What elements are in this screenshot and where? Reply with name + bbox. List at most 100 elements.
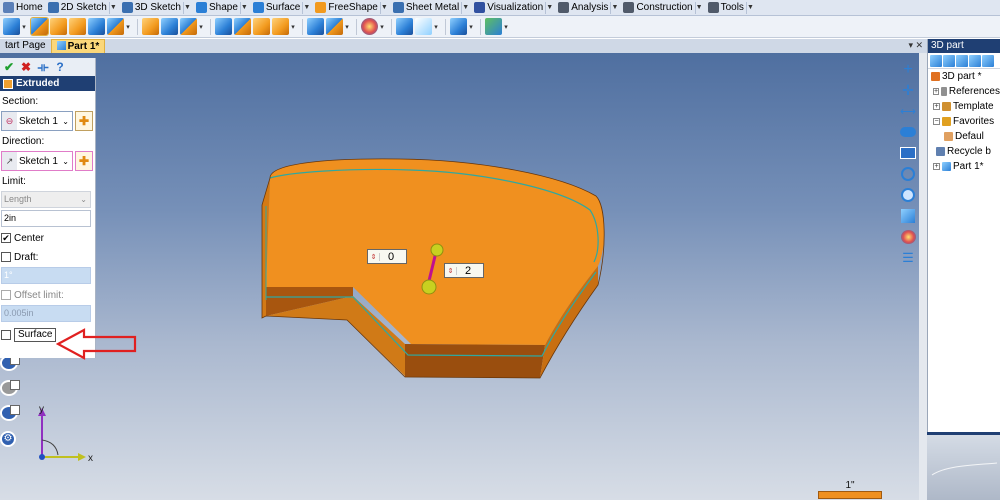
offset-limit-checkbox[interactable]: Offset limit: [0,287,95,303]
chevron-down-icon[interactable]: ▾ [503,23,509,31]
orbit-icon[interactable] [898,124,918,140]
view-cube-icon[interactable] [898,208,918,224]
move-axis-icon[interactable]: ✛ [898,82,918,98]
mirror-icon[interactable] [326,18,343,35]
ribbon-tab-3d-sketch[interactable]: 3D Sketch ▼ [119,0,193,16]
ribbon-tab-analysis[interactable]: Analysis ▼ [555,0,620,16]
explode-icon[interactable] [415,18,432,35]
manipulator-knob-bottom[interactable] [421,279,437,295]
section-view-icon[interactable] [396,18,413,35]
tree-node-references[interactable]: + References [928,84,1000,99]
tree-filter-icon[interactable] [969,54,981,67]
chevron-down-icon[interactable]: ▼ [610,1,618,14]
ribbon-tab-2d-sketch[interactable]: 2D Sketch ▼ [45,0,119,16]
check-icon[interactable]: ✔ [2,60,16,74]
tree-node-favorites[interactable]: − Favorites [928,114,1000,129]
chevron-down-icon[interactable]: ▾ [198,23,204,31]
chevron-down-icon[interactable]: ▾ [433,23,439,31]
globe-icon[interactable] [485,18,502,35]
tree-node-default[interactable]: Defaul [928,129,1000,144]
ribbon-tab-freeshape[interactable]: FreeShape ▼ [312,0,389,16]
pin-icon[interactable]: ⟛ [36,60,50,74]
shell-icon[interactable] [180,18,197,35]
subtract-icon[interactable] [253,18,270,35]
loft-icon[interactable] [88,18,105,35]
direction-select[interactable]: ↗ Sketch 1 ⌄ [1,151,73,171]
crosshair-icon[interactable]: + [898,61,918,78]
section-pick-button[interactable]: ✚ [75,111,93,131]
chevron-down-icon[interactable]: ▼ [379,1,388,14]
union-icon[interactable] [234,18,251,35]
ribbon-tab-construction[interactable]: Construction ▼ [620,0,704,16]
palette-icon[interactable] [898,229,918,245]
limit-length-input[interactable]: 2in [1,210,91,227]
pattern-icon[interactable] [307,18,324,35]
chamfer-icon[interactable] [161,18,178,35]
menu-lines-icon[interactable]: ☰ [898,250,918,266]
fillet-icon[interactable] [142,18,159,35]
tree-show-icon[interactable] [982,54,994,67]
help-icon[interactable]: ? [53,60,67,74]
direction-pick-button[interactable]: ✚ [75,151,93,171]
zoom-window-icon[interactable] [898,166,918,182]
tree-delete-icon[interactable] [956,54,968,67]
cancel-icon[interactable]: ✖ [19,60,33,74]
chevron-down-icon[interactable]: ▾ [379,23,385,31]
measure-icon[interactable] [450,18,467,35]
ribbon-tab-surface[interactable]: Surface ▼ [250,0,312,16]
shade-mode-checkbox[interactable] [10,405,20,415]
tree-grid-icon[interactable] [943,54,955,67]
navigation-preview[interactable] [927,432,1000,500]
dimension-input-b[interactable]: ⇕ 2 [444,263,484,278]
tree-node-template[interactable]: + Template [928,99,1000,114]
tree-node-recycle-bin[interactable]: Recycle b [928,144,1000,159]
chevron-down-icon[interactable]: ▾ [21,23,27,31]
3d-viewport[interactable]: y x ⇕ 0 ⇕ 2 ⚙ 1" [0,53,927,500]
zoom-icon[interactable] [898,187,918,203]
chevron-down-icon[interactable]: ▼ [545,1,553,14]
rib-icon[interactable] [107,18,124,35]
palette-icon[interactable] [361,18,378,35]
chevron-down-icon[interactable]: ▼ [239,1,248,14]
chevron-down-icon[interactable]: ▼ [108,1,117,14]
tab-part-1[interactable]: Part 1* [50,39,106,53]
dimension-input-a[interactable]: ⇕ 0 [367,249,407,264]
collapse-icon[interactable]: − [933,118,940,125]
draft-checkbox[interactable]: Draft: [0,249,95,265]
section-select[interactable]: ⊖ Sketch 1 ⌄ [1,111,73,131]
settings-gear-icon[interactable]: ⚙ [0,431,16,447]
chevron-down-icon[interactable]: ▾ [344,23,350,31]
chevron-down-icon[interactable]: ▼ [745,1,754,14]
chevron-down-icon[interactable]: ▾ [290,23,296,31]
intersect-icon[interactable] [272,18,289,35]
center-checkbox[interactable]: ✔ Center [0,230,95,246]
chevron-down-icon[interactable]: ▾ [125,23,131,31]
tree-view-icon[interactable] [930,54,942,67]
layout-icon[interactable] [898,145,918,161]
tree-node-3d-part[interactable]: 3D part * [928,69,1000,84]
draft-angle-input[interactable]: 1° [1,267,91,284]
tab-start-page[interactable]: tart Page [0,39,51,53]
ribbon-tab-home[interactable]: Home [0,0,45,16]
chevron-down-icon[interactable]: ▾ [468,23,474,31]
revolve-icon[interactable] [50,18,67,35]
chevron-down-icon[interactable]: ▼ [694,1,703,14]
document-tab-controls[interactable]: ▾ ✕ [908,40,923,51]
chevron-down-icon[interactable]: ▼ [182,1,191,14]
expand-icon[interactable]: + [933,88,940,95]
expand-icon[interactable]: + [933,103,940,110]
manipulator-knob-top[interactable] [430,243,444,257]
chevron-down-icon[interactable]: ▼ [302,1,310,14]
viewport-vertical-scrollbar[interactable] [919,53,927,500]
limit-type-select[interactable]: Length ⌄ [1,191,91,208]
tree-node-part-1[interactable]: + Part 1* [928,159,1000,174]
ribbon-tab-sheet-metal[interactable]: Sheet Metal ▼ [390,0,471,16]
split-icon[interactable] [215,18,232,35]
sweep-icon[interactable] [69,18,86,35]
align-icon[interactable]: ⟷ [898,103,918,119]
render-mode-checkbox[interactable] [10,380,20,390]
ribbon-tab-tools[interactable]: Tools ▼ [705,0,756,16]
extrude-icon[interactable] [30,17,49,36]
box-icon[interactable] [3,18,20,35]
chevron-down-icon[interactable]: ▼ [461,1,469,14]
